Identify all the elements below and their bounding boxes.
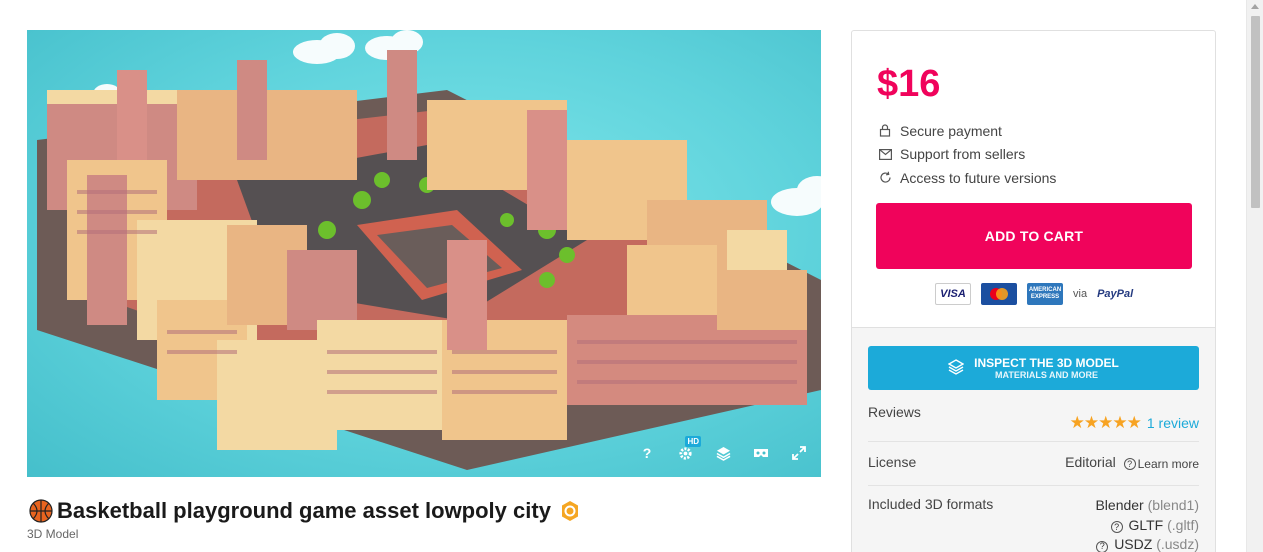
inspect-sublabel: MATERIALS AND MORE (995, 370, 1098, 380)
format-item[interactable]: ? USDZ (.usdz) (1095, 535, 1199, 552)
inspect-label: INSPECT THE 3D MODEL (974, 356, 1119, 370)
license-value-group: Editorial ? Learn more (1065, 454, 1199, 485)
fullscreen-icon[interactable] (791, 445, 807, 461)
product-title-row: Basketball playground game asset lowpoly… (29, 498, 581, 524)
scroll-up-icon[interactable] (1251, 4, 1259, 9)
format-name: GLTF (1128, 516, 1164, 533)
feature-label: Support from sellers (900, 146, 1026, 163)
purchase-card: $16 Secure payment Support from sellers … (851, 30, 1216, 552)
staff-pick-badge-icon (561, 501, 578, 521)
feature-list: Secure payment Support from sellers Acce… (878, 119, 1056, 190)
layers-icon[interactable] (715, 445, 731, 461)
details-panel: INSPECT THE 3D MODEL MATERIALS AND MORE … (852, 327, 1215, 552)
amex-logo: AMERICAN EXPRESS (1027, 283, 1063, 305)
city-model-render (37, 30, 821, 470)
product-title: Basketball playground game asset lowpoly… (57, 498, 551, 523)
hd-badge: HD (685, 436, 701, 447)
page: ? HD Basketball playground game asset lo… (0, 0, 1263, 552)
format-name: Blender (1095, 497, 1144, 513)
rating: ★★★★★ 1 review (1070, 404, 1199, 441)
help-icon: ? (1110, 521, 1123, 534)
layers-icon (947, 358, 965, 378)
format-ext: (blend1) (1147, 497, 1199, 513)
feature-label: Secure payment (900, 122, 1002, 139)
scroll-thumb[interactable] (1251, 16, 1260, 208)
model-viewer[interactable]: ? HD (27, 30, 821, 477)
mastercard-logo (981, 283, 1017, 305)
add-to-cart-button[interactable]: ADD TO CART (876, 203, 1192, 269)
reviews-label: Reviews (868, 404, 921, 420)
lock-icon (878, 124, 892, 138)
feature-label: Access to future versions (900, 169, 1057, 186)
license-label: License (868, 454, 917, 470)
format-name: USDZ (1114, 536, 1153, 552)
formats-list: Blender (blend1) ? GLTF (.gltf) ? USDZ (… (1095, 496, 1199, 552)
settings-hd-icon[interactable]: HD (677, 436, 701, 461)
paypal-logo: PayPal (1097, 288, 1134, 300)
help-icon: ? (1096, 540, 1109, 552)
viewer-controls: ? HD (639, 436, 807, 461)
via-text: via (1073, 288, 1088, 300)
reviews-link[interactable]: 1 review (1147, 415, 1199, 431)
format-ext: (.gltf) (1167, 516, 1199, 533)
product-category: 3D Model (27, 527, 79, 541)
feature-secure-payment: Secure payment (878, 119, 1056, 143)
refresh-icon (878, 171, 892, 185)
mail-icon (878, 147, 892, 161)
reviews-row: Reviews ★★★★★ 1 review (868, 404, 1199, 442)
license-value: Editorial (1065, 454, 1116, 470)
basketball-icon (29, 499, 53, 523)
help-icon[interactable]: ? (639, 445, 655, 461)
visa-logo: VISA (935, 283, 971, 305)
inspect-model-button[interactable]: INSPECT THE 3D MODEL MATERIALS AND MORE (868, 346, 1199, 390)
feature-future-versions: Access to future versions (878, 166, 1056, 190)
star-rating-icon: ★★★★★ (1069, 412, 1142, 432)
vr-icon[interactable] (753, 445, 769, 461)
format-item[interactable]: ? GLTF (.gltf) (1095, 516, 1199, 536)
page-scrollbar[interactable] (1246, 0, 1263, 552)
license-row: License Editorial ? Learn more (868, 454, 1199, 486)
format-item: Blender (blend1) (1095, 496, 1199, 516)
format-ext: (.usdz) (1156, 536, 1199, 552)
feature-support: Support from sellers (878, 143, 1056, 167)
formats-label: Included 3D formats (868, 496, 994, 512)
learn-more-label: Learn more (1137, 457, 1199, 471)
learn-more-link[interactable]: ? Learn more (1123, 457, 1199, 471)
price: $16 (877, 63, 941, 105)
payment-methods: VISA AMERICAN EXPRESS via PayPal (935, 283, 1133, 305)
help-icon: ? (1123, 458, 1136, 470)
